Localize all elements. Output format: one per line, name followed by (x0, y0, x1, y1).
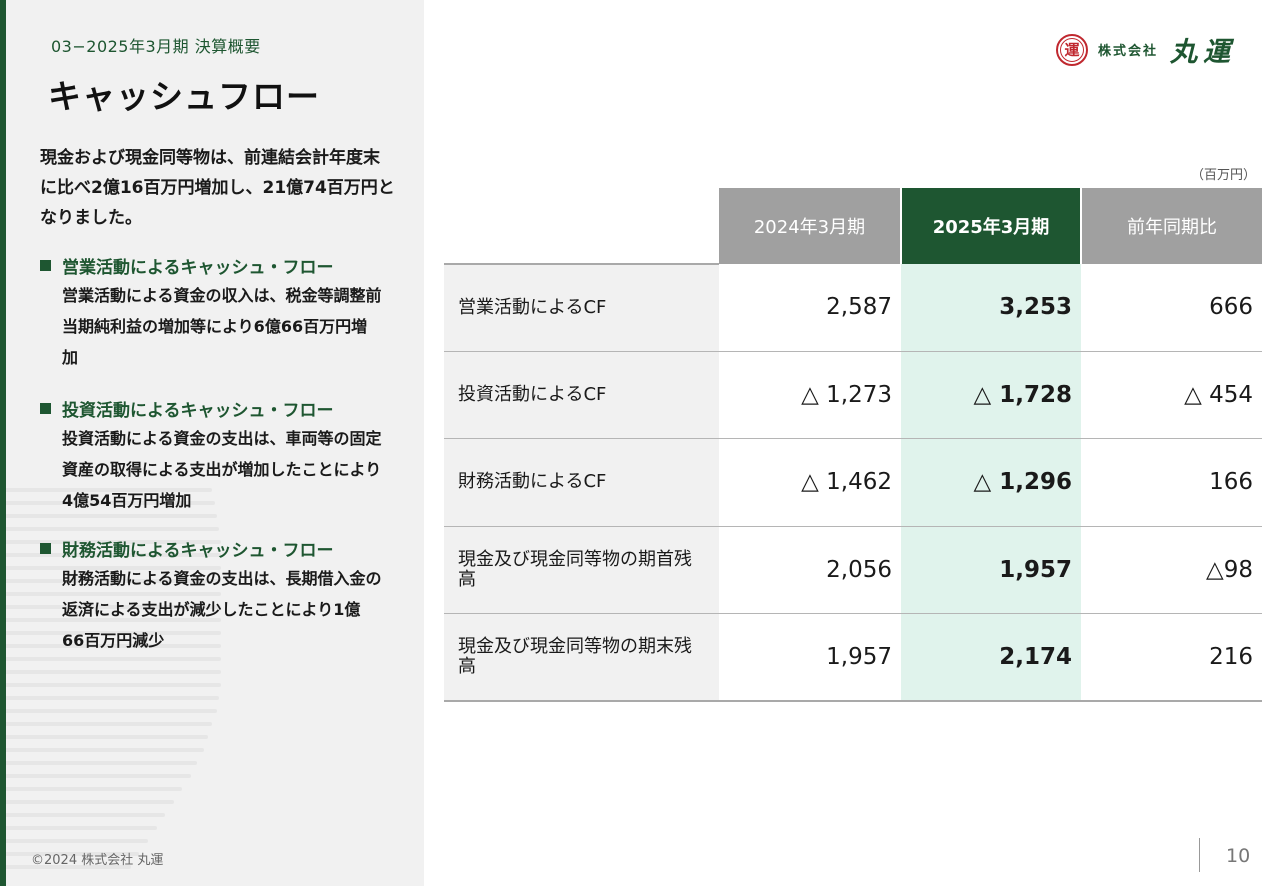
bullet-heading-text: 営業活動によるキャッシュ・フロー (62, 257, 334, 278)
bullet-heading-text: 投資活動によるキャッシュ・フロー (62, 400, 334, 421)
logo-seal-icon: 運 (1055, 33, 1088, 66)
bullet-body: 投資活動による資金の支出は、車両等の固定資産の取得による支出が増加したことにより… (62, 429, 382, 510)
left-panel: 03−2025年3月期 決算概要 キャッシュフロー 現金および現金同等物は、前連… (0, 0, 424, 886)
bullet-body: 財務活動による資金の支出は、長期借入金の返済による支出が減少したことにより1億6… (62, 569, 382, 650)
cell-prev: 1,957 (719, 613, 901, 702)
company-logo: 運 株式会社 丸運 (1055, 30, 1236, 69)
cell-diff: △ 454 (1081, 351, 1262, 440)
table-row: 現金及び現金同等物の期首残高 2,056 1,957 △98 (444, 526, 1262, 615)
bullet-heading: 投資活動によるキャッシュ・フロー (40, 393, 385, 423)
bullet-operating: 営業活動によるキャッシュ・フロー 営業活動による資金の収入は、税金等調整前当期純… (40, 250, 385, 373)
copyright: ©2024 株式会社 丸運 (31, 853, 164, 868)
cell-prev: 2,056 (719, 526, 901, 615)
unit-label: （百万円） (1190, 168, 1256, 183)
page-number: 10 (1226, 845, 1251, 867)
header-fy2024: 2024年3月期 (719, 188, 902, 264)
row-label: 現金及び現金同等物の期末残高 (444, 613, 719, 702)
row-label: 財務活動によるCF (444, 438, 719, 527)
cell-diff: 666 (1081, 264, 1262, 352)
cell-cur: 3,253 (901, 264, 1081, 352)
table-row: 投資活動によるCF △ 1,273 △ 1,728 △ 454 (444, 351, 1262, 440)
page-divider (1199, 838, 1200, 872)
cashflow-table: 2024年3月期 2025年3月期 前年同期比 営業活動によるCF 2,587 … (444, 188, 1262, 702)
bullet-heading: 営業活動によるキャッシュ・フロー (40, 250, 385, 280)
bullet-heading: 財務活動によるキャッシュ・フロー (40, 533, 385, 563)
row-label: 現金及び現金同等物の期首残高 (444, 526, 719, 615)
page-title: キャッシュフロー (48, 77, 320, 116)
square-bullet-icon (40, 542, 51, 554)
bullet-financing: 財務活動によるキャッシュ・フロー 財務活動による資金の支出は、長期借入金の返済に… (40, 533, 385, 656)
header-fy2025: 2025年3月期 (901, 188, 1082, 264)
row-label: 投資活動によるCF (444, 351, 719, 440)
logo-name: 丸運 (1170, 37, 1236, 68)
header-blank (444, 188, 719, 265)
cell-diff: △98 (1081, 526, 1262, 615)
table-row: 営業活動によるCF 2,587 3,253 666 (444, 264, 1262, 352)
square-bullet-icon (40, 402, 51, 414)
row-label: 営業活動によるCF (444, 264, 719, 352)
summary-text: 現金および現金同等物は、前連結会計年度末に比べ2億16百万円増加し、21億74百… (40, 148, 395, 228)
bullet-investing: 投資活動によるキャッシュ・フロー 投資活動による資金の支出は、車両等の固定資産の… (40, 393, 385, 516)
cell-prev: 2,587 (719, 264, 901, 352)
table-row: 現金及び現金同等物の期末残高 1,957 2,174 216 (444, 613, 1262, 702)
cell-prev: △ 1,273 (719, 351, 901, 440)
cell-cur: △ 1,728 (901, 351, 1081, 440)
cell-cur: 1,957 (901, 526, 1081, 615)
square-bullet-icon (40, 259, 51, 271)
cell-diff: 216 (1081, 613, 1262, 702)
logo-kabushiki: 株式会社 (1097, 44, 1158, 59)
cell-prev: △ 1,462 (719, 438, 901, 527)
logo-seal-char: 運 (1059, 37, 1084, 62)
bullet-heading-text: 財務活動によるキャッシュ・フロー (62, 540, 334, 561)
section-label: 03−2025年3月期 決算概要 (51, 37, 261, 56)
table-row: 財務活動によるCF △ 1,462 △ 1,296 166 (444, 438, 1262, 527)
cell-cur: △ 1,296 (901, 438, 1081, 527)
bullet-body: 営業活動による資金の収入は、税金等調整前当期純利益の増加等により6億66百万円増… (62, 286, 382, 367)
table-header-row: 2024年3月期 2025年3月期 前年同期比 (444, 188, 1262, 265)
header-yoy: 前年同期比 (1081, 188, 1262, 264)
cell-cur: 2,174 (901, 613, 1081, 702)
cell-diff: 166 (1081, 438, 1262, 527)
